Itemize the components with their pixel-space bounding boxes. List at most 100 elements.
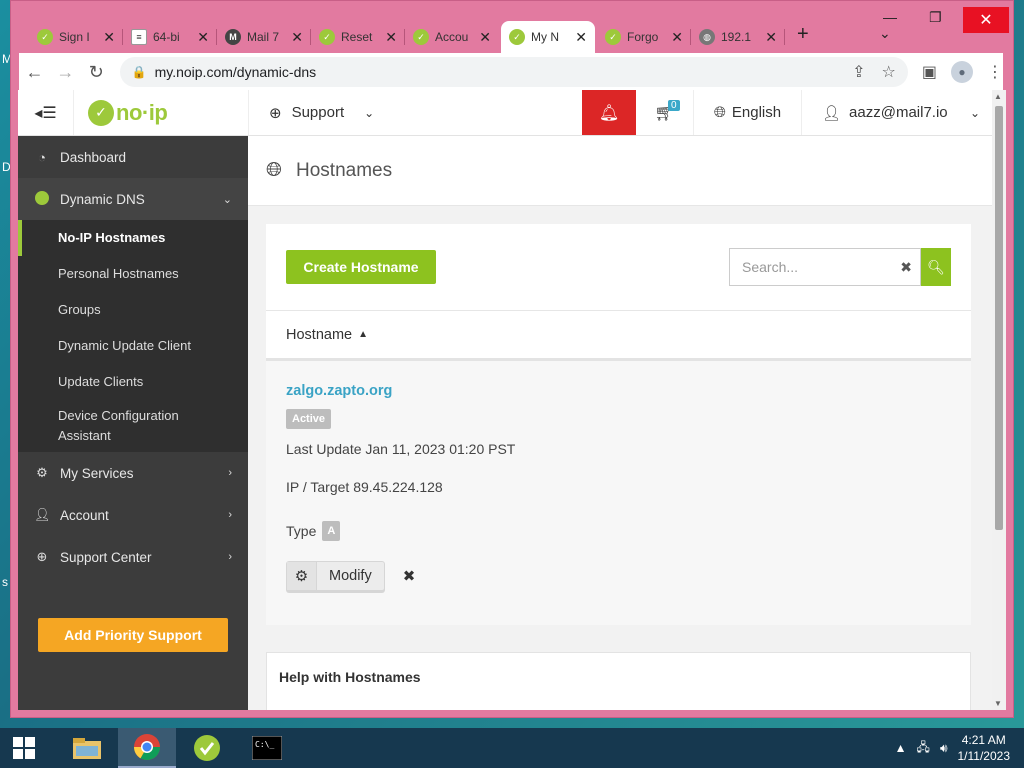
sidebar-item-dynamic-dns[interactable]: Dynamic DNS ⌄ [18, 178, 248, 220]
browser-tab[interactable]: M Mail 7 ✕ [217, 21, 311, 53]
hostname-column-header[interactable]: Hostname ▲ [266, 311, 971, 361]
status-badge: Active [286, 409, 332, 429]
volume-icon[interactable]: 🔊︎ [940, 741, 948, 756]
chrome-taskbar-icon[interactable] [118, 728, 176, 768]
sidebar-subitem-dynamic-update-client[interactable]: Dynamic Update Client [18, 328, 248, 364]
new-tab-icon[interactable]: + [797, 23, 809, 46]
sidebar-subitem-update-clients[interactable]: Update Clients [18, 364, 248, 400]
show-hidden-icons-icon[interactable]: ▲ [895, 741, 907, 755]
close-tab-icon[interactable]: ✕ [575, 29, 587, 46]
sidebar-subitem-personal-hostnames[interactable]: Personal Hostnames [18, 256, 248, 292]
sidebar-subitem-noip-hostnames[interactable]: No-IP Hostnames [18, 220, 248, 256]
hostname-link[interactable]: zalgo.zapto.org [286, 383, 951, 399]
bookmark-star-icon[interactable]: ☆ [882, 62, 896, 82]
browser-tab[interactable]: ◍ 192.1 ✕ [691, 21, 785, 53]
close-tab-icon[interactable]: ✕ [765, 29, 777, 46]
tab-title: Sign I [59, 30, 90, 44]
side-panel-icon[interactable]: ▣ [922, 62, 937, 82]
windows-start-icon[interactable] [0, 737, 48, 759]
sidebar-item-label: My Services [60, 465, 134, 481]
add-priority-support-button[interactable]: Add Priority Support [38, 618, 228, 652]
clear-search-icon[interactable]: ✖ [900, 259, 912, 276]
maximize-icon[interactable]: ❐ [929, 9, 942, 26]
modify-button[interactable]: ⚙ Modify [286, 561, 385, 591]
noip-duc-taskbar-icon[interactable] [178, 728, 236, 768]
cart-count-badge: 0 [668, 100, 680, 111]
search-placeholder: Search... [742, 259, 799, 275]
close-tab-icon[interactable]: ✕ [197, 29, 209, 46]
close-tab-icon[interactable]: ✕ [671, 29, 683, 46]
browser-tab[interactable]: ✓ Forgo ✕ [597, 21, 691, 53]
support-label: Support [291, 104, 345, 121]
lock-icon[interactable]: 🔒 [132, 65, 147, 79]
browser-tab[interactable]: ✓ Accou ✕ [405, 21, 499, 53]
gear-icon: ⚙ [36, 465, 48, 480]
search-input[interactable]: Search... ✖ [729, 248, 921, 286]
sort-ascending-icon: ▲ [358, 329, 368, 340]
tab-title: 64-bi [153, 30, 180, 44]
table-row: zalgo.zapto.org Active Last Update Jan 1… [266, 361, 971, 625]
tab-search-chevron-icon[interactable]: ⌄ [879, 25, 891, 42]
clock[interactable]: 4:21 AM 1/11/2023 [958, 732, 1011, 764]
page-scrollbar[interactable]: ▲ ▼ [992, 90, 1006, 710]
cart-button[interactable]: 🛒︎ 0 [636, 90, 694, 135]
sidebar-item-support-center[interactable]: ⊕ Support Center › [18, 536, 248, 578]
browser-tab[interactable]: ✓ Reset ✕ [311, 21, 405, 53]
file-explorer-icon[interactable] [58, 728, 116, 768]
column-header-label: Hostname [286, 326, 353, 343]
help-title: Help with Hostnames [279, 669, 421, 685]
browser-tab-active[interactable]: ✓ My N ✕ [501, 21, 595, 53]
page-title: Hostnames [296, 159, 393, 181]
back-icon[interactable]: ← [19, 62, 50, 83]
sidebar-item-dashboard[interactable]: ◔ Dashboard [18, 136, 248, 178]
sidebar-item-label: Support Center [60, 549, 152, 565]
close-tab-icon[interactable]: ✕ [103, 29, 115, 46]
chevron-right-icon: › [228, 467, 232, 479]
chevron-down-icon: ⌄ [364, 105, 375, 120]
hostnames-card: Create Hostname Search... ✖ 🔍︎ Hostname … [266, 224, 971, 625]
support-menu[interactable]: ⊕ Support ⌄ [248, 90, 398, 135]
url-text[interactable]: my.noip.com/dynamic-dns [155, 64, 317, 80]
browser-menu-icon[interactable]: ⋮ [987, 62, 1003, 82]
mail-favicon-icon: M [225, 29, 241, 45]
minimize-icon[interactable]: — [883, 9, 897, 25]
sidebar-subitem-device-configuration-assistant[interactable]: Device Configuration Assistant [18, 400, 218, 452]
scroll-up-icon[interactable]: ▲ [994, 92, 1002, 101]
sidebar-item-account[interactable]: 👤︎ Account › [18, 494, 248, 536]
close-tab-icon[interactable]: ✕ [479, 29, 491, 46]
browser-tab[interactable]: ✓ Sign I ✕ [29, 21, 123, 53]
user-icon: 👤︎ [822, 104, 842, 122]
svg-text:C:\_: C:\_ [255, 740, 274, 749]
search-icon[interactable]: 🔍︎ [921, 248, 951, 286]
notifications-bell-icon[interactable]: 🔔︎ [582, 90, 636, 135]
globe-icon: 🌐︎ [266, 159, 282, 181]
network-icon[interactable]: 🖧 [917, 738, 930, 759]
reload-icon[interactable]: ↻ [81, 62, 112, 83]
scrollbar-thumb[interactable] [995, 106, 1003, 530]
close-tab-icon[interactable]: ✕ [385, 29, 397, 46]
browser-tab[interactable]: ≡ 64-bi ✕ [123, 21, 217, 53]
tab-title: Reset [341, 30, 373, 44]
delete-icon[interactable]: ✖ [403, 567, 416, 585]
command-prompt-icon[interactable]: C:\_ [238, 728, 296, 768]
sidebar-item-my-services[interactable]: ⚙ My Services › [18, 452, 248, 494]
share-icon[interactable]: ⇪ [852, 62, 865, 82]
collapse-menu-icon[interactable]: ◂☰ [18, 90, 74, 135]
close-window-icon[interactable]: ✕ [963, 7, 1009, 33]
search-group: Search... ✖ 🔍︎ [729, 248, 951, 286]
close-tab-icon[interactable]: ✕ [291, 29, 303, 46]
profile-avatar-icon[interactable]: ● [950, 61, 973, 83]
language-selector[interactable]: 🌐︎ English [694, 90, 802, 135]
chevron-right-icon: › [228, 509, 232, 521]
create-hostname-button[interactable]: Create Hostname [286, 250, 436, 284]
clock-date: 1/11/2023 [957, 749, 1011, 763]
noip-logo[interactable]: ✓ no·ip [74, 90, 248, 135]
sidebar-subitem-groups[interactable]: Groups [18, 292, 248, 328]
card-toolbar: Create Hostname Search... ✖ 🔍︎ [266, 224, 971, 311]
scroll-down-icon[interactable]: ▼ [994, 699, 1002, 708]
ip-target-text: IP / Target 89.45.224.128 [286, 479, 443, 495]
address-bar[interactable]: 🔒 my.noip.com/dynamic-dns ⇪ ☆ [119, 57, 908, 87]
user-menu[interactable]: 👤︎ aazz@mail7.io ⌄ [802, 90, 992, 135]
user-icon: 👤︎ [34, 507, 51, 522]
forward-icon[interactable]: → [50, 62, 81, 83]
